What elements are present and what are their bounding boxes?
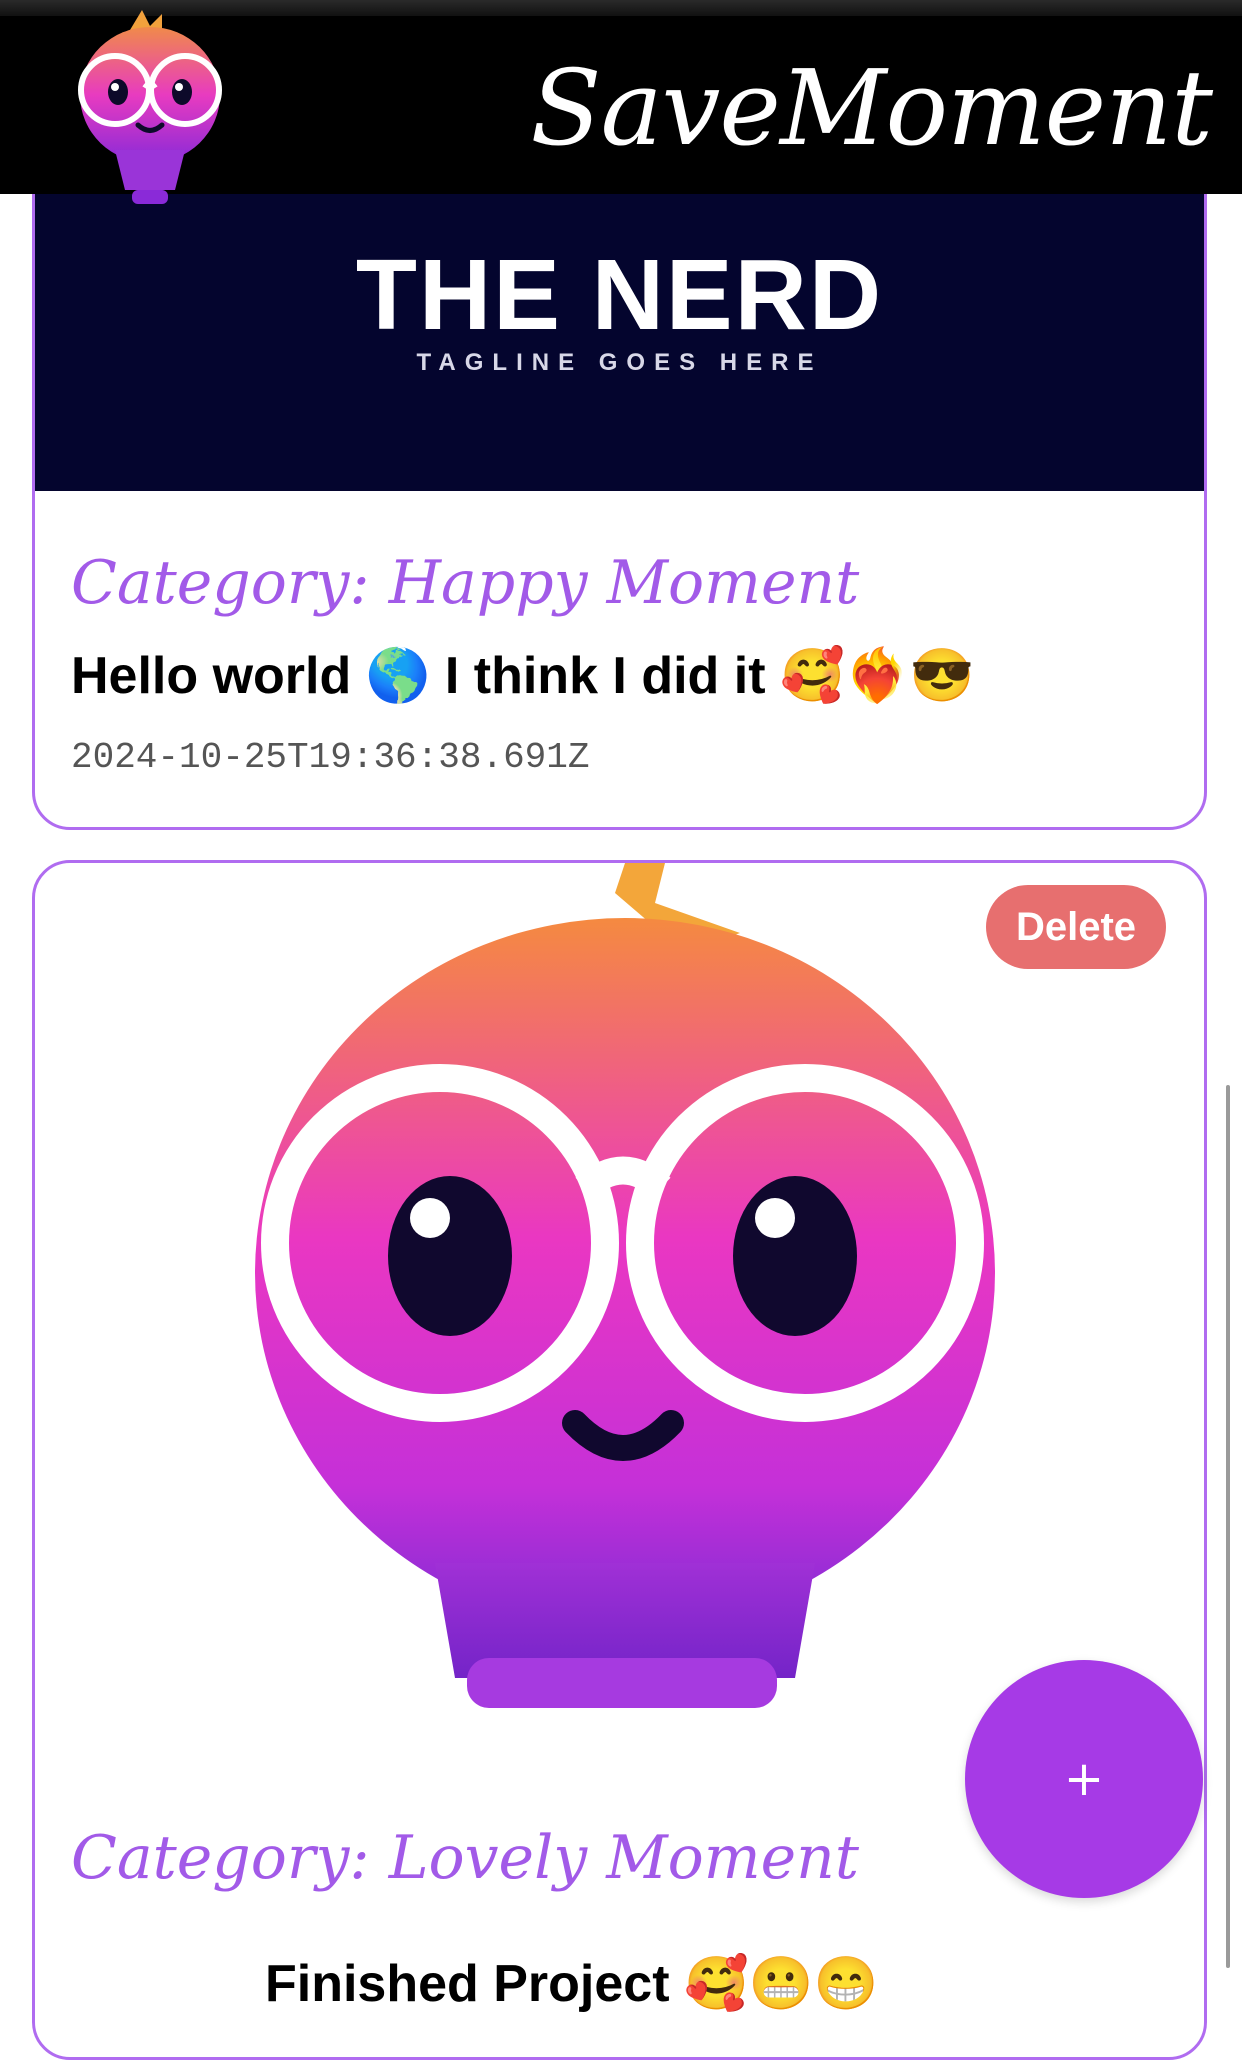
moment-timestamp: 2024-10-25T19:36:38.691Z [71, 737, 590, 778]
moment-category: Category: Happy Moment [71, 548, 860, 618]
mascot-logo-icon[interactable] [50, 0, 250, 220]
add-moment-button[interactable]: + [965, 1660, 1203, 1898]
banner-title: THE NERD [355, 239, 884, 351]
banner-tagline: TAGLINE GOES HERE [416, 349, 823, 376]
plus-icon: + [1063, 1751, 1105, 1807]
moment-image [255, 863, 995, 1708]
moment-category: Category: Lovely Moment [71, 1823, 859, 1893]
delete-button[interactable]: Delete [986, 885, 1166, 969]
app-title: SaveMoment [530, 47, 1213, 169]
moment-message: Hello world 🌎 I think I did it 🥰❤️‍🔥😎 [71, 647, 975, 705]
moment-message: Finished Project 🥰😬😁 [265, 1955, 879, 2013]
scrollbar[interactable] [1226, 1085, 1230, 1968]
moment-card[interactable]: THE NERD TAGLINE GOES HERE Category: Hap… [32, 120, 1207, 830]
